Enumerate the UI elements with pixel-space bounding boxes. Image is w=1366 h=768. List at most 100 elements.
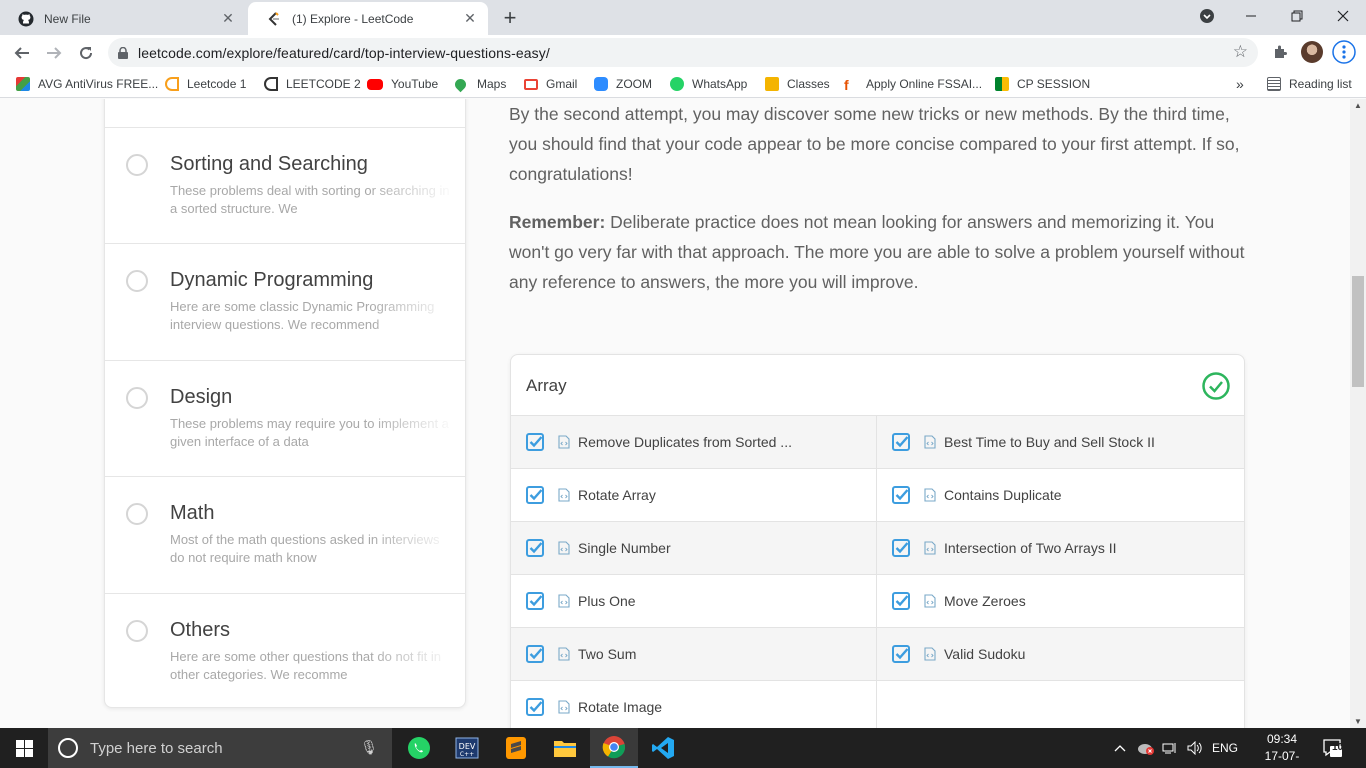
bookmark-maps[interactable]: Maps — [452, 76, 507, 92]
avg-icon — [16, 77, 30, 91]
start-button[interactable] — [0, 728, 48, 768]
bookmark-youtube[interactable]: YouTube — [367, 76, 438, 92]
checkbox-checked-icon[interactable] — [892, 592, 910, 610]
new-tab-button[interactable]: + — [498, 5, 522, 30]
checkbox-checked-icon[interactable] — [526, 592, 544, 610]
checkbox-checked-icon[interactable] — [526, 433, 544, 451]
code-doc-icon — [558, 594, 570, 608]
close-tab-icon[interactable]: ✕ — [462, 10, 478, 27]
back-arrow-icon[interactable] — [8, 39, 36, 67]
taskbar-whatsapp[interactable] — [395, 728, 443, 768]
bookmark-fssai[interactable]: f Apply Online FSSAI... — [844, 76, 982, 93]
problem-item[interactable]: Valid Sudoku — [877, 628, 1244, 681]
scrollbar-thumb[interactable] — [1352, 276, 1364, 387]
restore-button[interactable] — [1274, 0, 1320, 32]
problem-item[interactable]: Two Sum — [511, 628, 877, 681]
bookmark-star-icon[interactable]: ☆ — [1233, 42, 1248, 62]
bookmark-label: Maps — [477, 77, 507, 91]
page-scrollbar[interactable]: ▲ ▼ — [1350, 99, 1366, 728]
checkbox-checked-icon[interactable] — [526, 486, 544, 504]
checkbox-checked-icon[interactable] — [892, 486, 910, 504]
problem-item[interactable]: Rotate Image — [511, 681, 877, 728]
problem-title[interactable]: Valid Sudoku — [944, 646, 1025, 662]
bookmark-whatsapp[interactable]: WhatsApp — [670, 76, 747, 92]
code-doc-icon — [924, 647, 936, 661]
problem-item[interactable]: Plus One — [511, 575, 877, 628]
system-clock[interactable]: 09:34 17-07-2021 — [1252, 731, 1312, 768]
tab-explore-leetcode[interactable]: (1) Explore - LeetCode ✕ — [248, 2, 488, 35]
close-window-button[interactable] — [1320, 0, 1366, 32]
problem-title[interactable]: Remove Duplicates from Sorted ... — [578, 434, 792, 450]
show-hidden-icons-button[interactable] — [1114, 728, 1126, 768]
problem-item[interactable]: Remove Duplicates from Sorted ... — [511, 416, 877, 469]
scroll-up-arrow-icon[interactable]: ▲ — [1354, 101, 1362, 110]
address-bar[interactable]: leetcode.com/explore/featured/card/top-i… — [108, 38, 1258, 67]
problem-title[interactable]: Intersection of Two Arrays II — [944, 540, 1116, 556]
bookmark-cp-session[interactable]: CP SESSION — [995, 76, 1090, 92]
checkbox-checked-icon[interactable] — [892, 433, 910, 451]
problem-title[interactable]: Rotate Array — [578, 487, 656, 503]
checkbox-checked-icon[interactable] — [526, 539, 544, 557]
problem-item[interactable]: Single Number — [511, 522, 877, 575]
problem-item[interactable]: Contains Duplicate — [877, 469, 1244, 522]
bookmarks-overflow-button[interactable]: » — [1236, 76, 1244, 92]
microphone-icon[interactable]: 🎙 — [360, 739, 378, 756]
array-section-header[interactable]: Array — [511, 355, 1244, 416]
notification-center-button[interactable]: 10 — [1322, 728, 1346, 768]
taskbar-sublime[interactable] — [492, 728, 540, 768]
problem-item[interactable]: Intersection of Two Arrays II — [877, 522, 1244, 575]
chapter-item-sorting-searching[interactable]: Sorting and Searching These problems dea… — [105, 127, 465, 244]
code-doc-icon — [558, 647, 570, 661]
problem-title[interactable]: Contains Duplicate — [944, 487, 1062, 503]
taskbar-chrome[interactable] — [590, 728, 638, 768]
reload-icon[interactable] — [72, 39, 100, 67]
chrome-menu-icon[interactable] — [1332, 40, 1356, 64]
tab-new-file[interactable]: New File ✕ — [0, 2, 246, 35]
checkbox-checked-icon[interactable] — [526, 645, 544, 663]
problem-title[interactable]: Move Zeroes — [944, 593, 1026, 609]
antivirus-tray-icon[interactable] — [1137, 728, 1155, 768]
bookmark-label: LEETCODE 2 — [286, 77, 361, 91]
bookmark-zoom[interactable]: ZOOM — [594, 76, 652, 92]
chapter-item-design[interactable]: Design These problems may require you to… — [105, 360, 465, 477]
vscode-icon — [652, 737, 674, 759]
close-tab-icon[interactable]: ✕ — [220, 10, 236, 27]
chapter-item-previous[interactable] — [105, 99, 465, 127]
problem-item[interactable]: Rotate Array — [511, 469, 877, 522]
profile-avatar[interactable] — [1301, 41, 1323, 63]
network-icon[interactable] — [1162, 728, 1178, 768]
problem-title[interactable]: Plus One — [578, 593, 636, 609]
taskbar-file-explorer[interactable] — [541, 728, 589, 768]
problem-item[interactable]: Move Zeroes — [877, 575, 1244, 628]
bookmark-classes[interactable]: Classes — [765, 76, 830, 92]
problem-item[interactable]: Best Time to Buy and Sell Stock II — [877, 416, 1244, 469]
volume-icon[interactable] — [1187, 728, 1203, 768]
bookmark-leetcode-1[interactable]: Leetcode 1 — [165, 76, 246, 92]
chapter-item-dynamic-programming[interactable]: Dynamic Programming Here are some classi… — [105, 243, 465, 360]
progress-circle-icon — [126, 154, 148, 176]
bookmark-leetcode-2[interactable]: LEETCODE 2 — [264, 76, 361, 92]
problem-title[interactable]: Rotate Image — [578, 699, 662, 715]
bookmark-gmail[interactable]: Gmail — [524, 76, 577, 92]
taskbar-search-input[interactable]: Type here to search 🎙 — [48, 728, 392, 768]
tab-search-icon[interactable] — [1184, 0, 1230, 32]
forward-arrow-icon[interactable] — [40, 39, 68, 67]
chapter-item-others[interactable]: Others Here are some other questions tha… — [105, 593, 465, 710]
taskbar-devcpp[interactable]: DEV C++ — [443, 728, 491, 768]
checkbox-checked-icon[interactable] — [892, 645, 910, 663]
leetcode-icon — [264, 77, 278, 91]
lock-icon[interactable] — [108, 46, 138, 59]
problem-title[interactable]: Best Time to Buy and Sell Stock II — [944, 434, 1155, 450]
checkbox-checked-icon[interactable] — [892, 539, 910, 557]
checkbox-checked-icon[interactable] — [526, 698, 544, 716]
reading-list-button[interactable]: Reading list — [1267, 76, 1352, 92]
problem-title[interactable]: Two Sum — [578, 646, 636, 662]
bookmark-avg[interactable]: AVG AntiVirus FREE... — [16, 76, 158, 92]
extensions-icon[interactable] — [1268, 40, 1292, 64]
chapter-item-math[interactable]: Math Most of the math questions asked in… — [105, 476, 465, 593]
minimize-button[interactable] — [1228, 0, 1274, 32]
taskbar-vscode[interactable] — [639, 728, 687, 768]
scroll-down-arrow-icon[interactable]: ▼ — [1354, 717, 1362, 726]
input-language[interactable]: ENG — [1212, 728, 1238, 768]
problem-title[interactable]: Single Number — [578, 540, 671, 556]
